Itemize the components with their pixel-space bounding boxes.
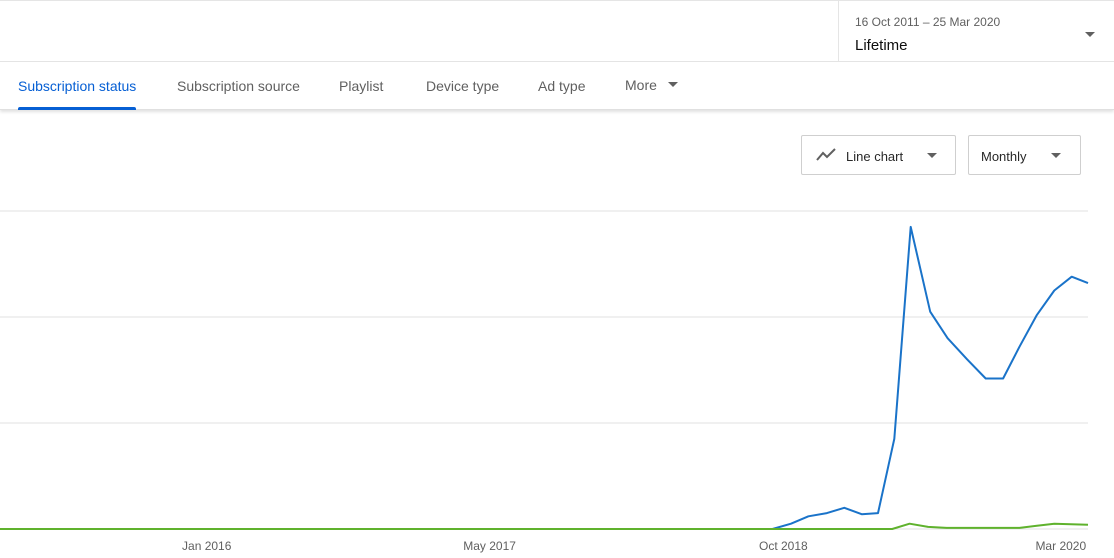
tab-subscription-status[interactable]: Subscription status — [18, 78, 136, 94]
interval-dropdown[interactable]: Monthly — [968, 135, 1081, 175]
active-tab-indicator — [18, 107, 136, 110]
x-tick-label: Jan 2016 — [182, 539, 232, 553]
report-tabs: Subscription status Subscription source … — [0, 62, 1114, 110]
tab-device-type[interactable]: Device type — [426, 78, 499, 94]
tab-more-label: More — [625, 77, 657, 93]
tab-playlist[interactable]: Playlist — [339, 78, 383, 94]
x-tick-label: Oct 2018 — [759, 539, 808, 553]
tab-more[interactable]: More — [625, 77, 678, 93]
x-tick-label: Mar 2020 — [1035, 539, 1086, 553]
x-tick-label: May 2017 — [463, 539, 516, 553]
chevron-down-icon — [668, 82, 678, 87]
date-range-text: 16 Oct 2011 – 25 Mar 2020 — [855, 15, 1001, 29]
date-range-picker[interactable]: 16 Oct 2011 – 25 Mar 2020 Lifetime — [838, 1, 1114, 62]
series-line-1 — [0, 522, 1089, 530]
chevron-down-icon — [927, 153, 937, 158]
interval-label: Monthly — [981, 149, 1027, 164]
chart-type-label: Line chart — [846, 149, 904, 164]
chevron-down-icon — [1085, 32, 1095, 37]
subscription-line-chart: Jan 2016 May 2017 Oct 2018 Mar 2020 — [0, 210, 1089, 553]
tab-subscription-source[interactable]: Subscription source — [177, 78, 300, 94]
chart-type-dropdown[interactable]: Line chart — [801, 135, 956, 175]
top-bar: 16 Oct 2011 – 25 Mar 2020 Lifetime — [0, 0, 1114, 62]
chevron-down-icon — [1051, 153, 1061, 158]
date-period-text: Lifetime — [855, 37, 908, 54]
tab-ad-type[interactable]: Ad type — [538, 78, 585, 94]
series-line-0 — [0, 225, 1089, 530]
line-chart-icon — [816, 148, 836, 165]
